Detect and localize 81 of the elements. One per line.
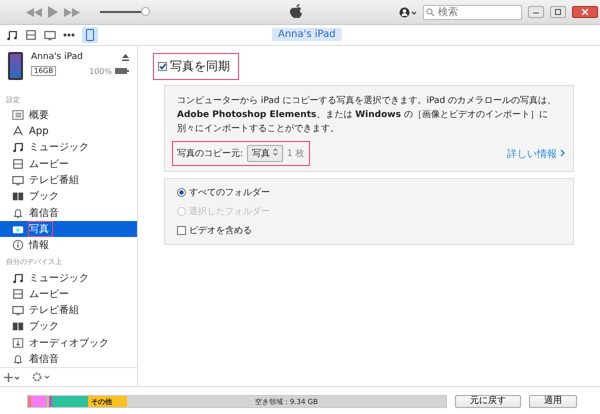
settings-icon[interactable] bbox=[32, 372, 50, 382]
item-label: ブック bbox=[29, 320, 60, 334]
checkbox-icon[interactable] bbox=[177, 226, 186, 235]
maximize-button[interactable] bbox=[550, 6, 566, 18]
action-button[interactable]: 適用 bbox=[529, 395, 577, 408]
sidebar-item[interactable]: ムービー bbox=[0, 286, 137, 302]
search-field[interactable]: 検索 bbox=[423, 4, 522, 20]
sidebar-item[interactable]: ミュージック bbox=[0, 139, 137, 156]
close-button[interactable] bbox=[572, 6, 598, 18]
tv-icon bbox=[12, 174, 24, 186]
sidebar-item[interactable]: ムービー bbox=[0, 156, 137, 172]
tv-icon bbox=[12, 304, 24, 316]
item-label: ムービー bbox=[29, 288, 70, 301]
source-dropdown[interactable]: 写真 bbox=[247, 145, 283, 162]
item-label: 概要 bbox=[29, 108, 50, 122]
tv-icon[interactable] bbox=[44, 29, 56, 41]
tone-icon bbox=[12, 206, 24, 219]
sidebar-item[interactable]: 着信音 bbox=[0, 204, 137, 221]
item-label: オーディオブック bbox=[29, 336, 110, 350]
sidebar-item[interactable]: 情報 bbox=[0, 237, 137, 254]
item-label: App bbox=[29, 126, 50, 137]
item-label: ブック bbox=[29, 190, 60, 204]
photo-count: 1 枚 bbox=[286, 148, 305, 160]
add-icon[interactable] bbox=[4, 372, 20, 382]
sidebar-item[interactable]: ミュージック bbox=[0, 269, 137, 286]
sidebar-item[interactable]: App bbox=[0, 122, 137, 140]
chevron-icon bbox=[560, 148, 565, 156]
item-label: テレビ番組 bbox=[29, 304, 80, 318]
checkbox-option[interactable]: ビデオを含める bbox=[177, 224, 561, 237]
radio-icon[interactable] bbox=[177, 188, 186, 197]
summary-icon bbox=[12, 108, 24, 121]
checkbox-icon[interactable] bbox=[158, 62, 167, 71]
movie-icon bbox=[12, 158, 24, 170]
music-icon bbox=[12, 272, 24, 284]
battery-percent: 100% bbox=[89, 66, 112, 76]
eject-icon[interactable] bbox=[122, 54, 129, 60]
device-button[interactable] bbox=[82, 27, 98, 43]
item-label: 情報 bbox=[29, 238, 50, 252]
volume-thumb[interactable] bbox=[141, 6, 150, 16]
battery-icon bbox=[115, 68, 129, 74]
item-label: 着信音 bbox=[29, 352, 60, 366]
sidebar-item[interactable]: ブック bbox=[0, 318, 137, 335]
movie-icon[interactable] bbox=[25, 29, 37, 41]
sidebar-item[interactable]: 写真 bbox=[0, 220, 137, 238]
action-button[interactable]: 元に戻す bbox=[455, 395, 521, 408]
item-label: ムービー bbox=[29, 158, 70, 171]
item-label: 着信音 bbox=[29, 206, 60, 220]
more-icon[interactable] bbox=[63, 33, 75, 37]
sync-checkbox[interactable]: 写真を同期 bbox=[154, 54, 238, 79]
sidebar-item[interactable]: 着信音 bbox=[0, 350, 137, 368]
item-label: 写真 bbox=[29, 222, 52, 236]
minimize-icon bbox=[533, 10, 539, 14]
movie-icon bbox=[12, 288, 24, 300]
item-label: ミュージック bbox=[29, 141, 90, 154]
device-tab[interactable]: Anna's iPad bbox=[272, 28, 342, 41]
sidebar-item[interactable]: 概要 bbox=[0, 106, 137, 123]
app-icon bbox=[12, 125, 24, 138]
close-icon bbox=[582, 9, 588, 15]
radio-option[interactable]: すべてのフォルダー bbox=[177, 186, 561, 199]
account-icon[interactable] bbox=[399, 6, 417, 18]
copy-source-label: 写真のコピー元: bbox=[177, 148, 244, 160]
music-icon bbox=[12, 141, 24, 154]
apple-logo-icon bbox=[290, 4, 303, 19]
music-icon[interactable] bbox=[6, 29, 18, 41]
info-icon bbox=[12, 239, 24, 252]
tone-icon bbox=[12, 353, 24, 366]
tablet-icon bbox=[8, 52, 23, 80]
item-label: ミュージック bbox=[29, 272, 90, 285]
sidebar-item[interactable]: テレビ番組 bbox=[0, 172, 137, 188]
item-label: テレビ番組 bbox=[29, 174, 80, 187]
audiobook-icon bbox=[12, 336, 24, 349]
book-icon bbox=[12, 190, 24, 202]
minimize-button[interactable] bbox=[528, 6, 544, 18]
sidebar-item[interactable]: オーディオブック bbox=[0, 334, 137, 351]
sidebar-item[interactable]: テレビ番組 bbox=[0, 302, 137, 318]
stepper-icon bbox=[272, 148, 278, 156]
device-name: Anna's iPad bbox=[31, 52, 83, 62]
book-icon bbox=[12, 320, 24, 332]
sidebar-item[interactable]: ブック bbox=[0, 188, 137, 204]
maximize-icon bbox=[555, 9, 561, 15]
description: コンピューターから iPad にコピーする写真を選択できます。iPad のカメラロールの写真は、Adobe Photoshop Elements、または Windows の［画像とビデオのインポート］に別々にインポートすることができます。 bbox=[177, 94, 558, 136]
